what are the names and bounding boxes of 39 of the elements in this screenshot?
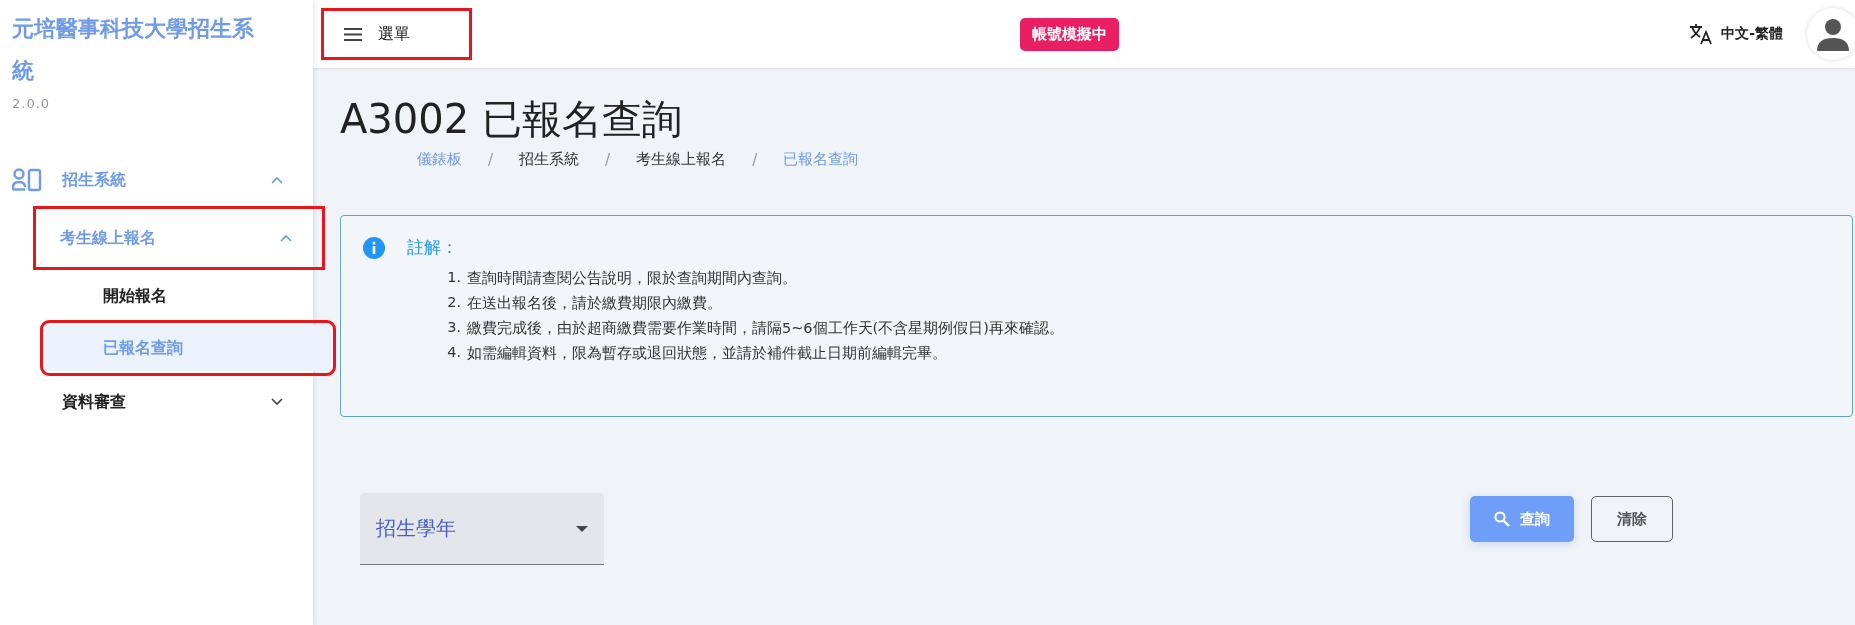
- users-icon: [12, 168, 42, 192]
- year-select[interactable]: 招生學年: [360, 493, 604, 565]
- search-icon: [1494, 511, 1510, 527]
- sidebar-item[interactable]: 開始報名: [45, 273, 305, 319]
- breadcrumb-link[interactable]: 儀錶板: [417, 150, 462, 169]
- breadcrumb-separator: /: [488, 150, 494, 169]
- sidebar-group[interactable]: 招生系統: [0, 157, 313, 203]
- notice-text: 查詢時間請查閱公告說明，限於查詢期間內查詢。: [467, 269, 797, 288]
- chevron-icon: [271, 398, 283, 406]
- notice-text: 在送出報名後，請於繳費期限內繳費。: [467, 294, 722, 313]
- page-title: A3002 已報名查詢: [340, 95, 683, 144]
- chevron-icon: [280, 234, 292, 242]
- breadcrumb-separator: /: [752, 150, 758, 169]
- breadcrumb-item: 考生線上報名: [636, 150, 727, 169]
- translate-icon[interactable]: [1689, 23, 1714, 45]
- info-icon: [363, 236, 385, 259]
- status-badge: 帳號模擬中: [1019, 17, 1119, 51]
- list-number: 3.: [446, 319, 461, 337]
- notice-text: 如需編輯資料，限為暫存或退回狀態，並請於補件截止日期前編輯完畢。: [467, 344, 947, 363]
- list-number: 2.: [446, 294, 461, 312]
- menu-button[interactable]: 選單: [324, 11, 469, 57]
- breadcrumb-link[interactable]: 已報名查詢: [783, 150, 859, 169]
- breadcrumb-separator: /: [605, 150, 611, 169]
- sidebar-group[interactable]: 考生線上報名: [36, 209, 322, 267]
- list-number: 4.: [446, 344, 461, 362]
- version-label: 2.0.0: [11, 96, 52, 111]
- list-number: 1.: [446, 269, 461, 287]
- clear-button[interactable]: 清除: [1591, 496, 1673, 542]
- sidebar-group[interactable]: 資料審查: [0, 379, 313, 425]
- breadcrumb-item: 招生系統: [519, 150, 580, 169]
- avatar-icon[interactable]: [1807, 8, 1855, 60]
- language-selector[interactable]: 中文-繁體: [1721, 25, 1783, 43]
- app-title: 元培醫事科技大學招生系統: [11, 15, 255, 85]
- search-button[interactable]: 查詢: [1470, 496, 1574, 542]
- notice-text: 繳費完成後，由於超商繳費需要作業時間，請隔5~6個工作天(不含星期例假日)再來確認。: [467, 319, 1064, 338]
- caret-icon: [576, 525, 588, 532]
- menu-icon: [344, 27, 362, 41]
- notice-title: 註解：: [407, 236, 458, 259]
- chevron-icon: [271, 176, 283, 184]
